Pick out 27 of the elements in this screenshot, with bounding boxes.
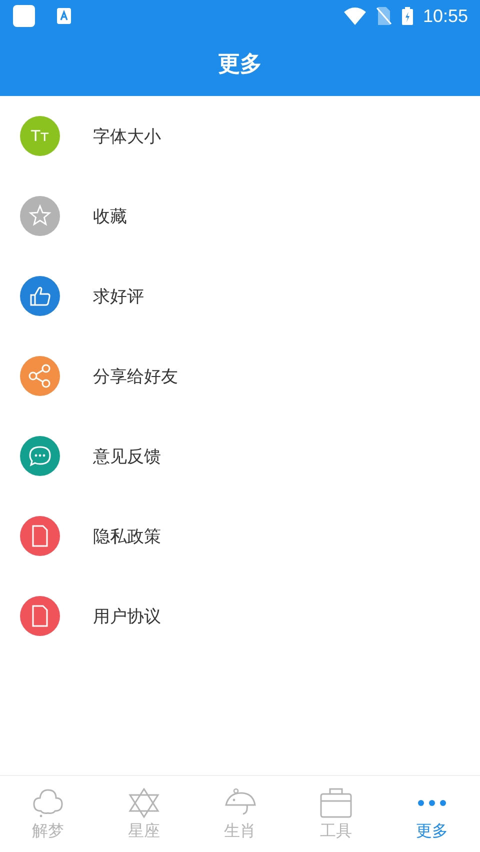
nav-tab[interactable]: 更多 (384, 776, 480, 852)
cloud-icon (31, 786, 65, 818)
menu-label: 意见反馈 (93, 446, 161, 468)
menu-label: 求好评 (93, 286, 144, 308)
hexagram-icon (127, 786, 161, 818)
battery-icon (402, 7, 413, 25)
wifi-icon (344, 7, 366, 25)
menu-item[interactable]: 隐私政策 (0, 496, 480, 576)
toolbox-icon (319, 786, 353, 818)
menu-label: 收藏 (93, 206, 127, 228)
menu-label: 字体大小 (93, 126, 161, 148)
more-icon (418, 800, 446, 806)
menu-label: 隐私政策 (93, 526, 161, 548)
app-icon (13, 5, 35, 27)
font-size-icon: Tт (20, 116, 60, 156)
page-title: 更多 (218, 51, 262, 79)
no-sim-icon (376, 7, 392, 25)
menu-item[interactable]: 收藏 (0, 176, 480, 256)
app-icon (57, 8, 71, 24)
menu-item[interactable]: Tт 字体大小 (0, 96, 480, 176)
menu-item[interactable]: 意见反馈 (0, 416, 480, 496)
menu-item[interactable]: 用户协议 (0, 576, 480, 656)
menu-item[interactable]: 求好评 (0, 256, 480, 336)
menu-label: 用户协议 (93, 606, 161, 628)
menu-item[interactable]: 分享给好友 (0, 336, 480, 416)
menu-label: 分享给好友 (93, 366, 178, 388)
status-time: 10:55 (422, 6, 468, 26)
